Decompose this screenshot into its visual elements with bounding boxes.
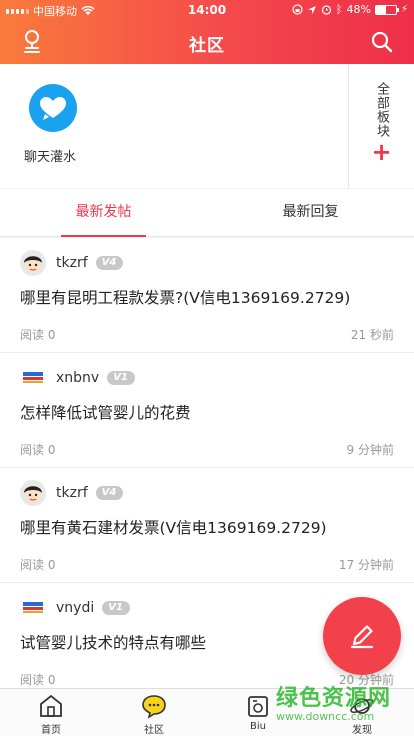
header: 中国移动 14:00 ᛒ 48% ⚡ 社区 (0, 0, 414, 64)
username[interactable]: tkzrf (56, 255, 88, 271)
tab-label: 发现 (352, 725, 372, 736)
status-bar: 中国移动 14:00 ᛒ 48% ⚡ (0, 0, 414, 20)
post-user: xnbnv V1 (20, 365, 135, 391)
active-tab-indicator (61, 235, 146, 237)
battery-percent: 48% (346, 3, 371, 16)
location-icon (307, 5, 316, 14)
tab-community[interactable]: 社区 (124, 693, 184, 736)
charging-icon: ⚡ (400, 4, 408, 15)
bottom-tabbar: 首页 社区 Biu 发现 (0, 688, 414, 736)
tab-latest-replies[interactable]: 最新回复 (207, 189, 414, 236)
level-badge: V1 (107, 371, 135, 385)
level-badge: V1 (102, 601, 130, 615)
username[interactable]: vnydi (56, 600, 94, 616)
all-boards-button[interactable]: 全部板块 + (348, 64, 414, 188)
avatar[interactable] (20, 480, 46, 506)
tab-label: Biu (250, 721, 266, 732)
post-time: 9 分钟前 (346, 443, 394, 457)
post-time: 17 分钟前 (338, 558, 394, 572)
post-time: 21 秒前 (350, 328, 394, 342)
battery-icon (374, 4, 399, 15)
post-title[interactable]: 怎样降低试管婴儿的花费 (20, 401, 191, 423)
read-count: 阅读 0 (20, 673, 56, 687)
navbar: 社区 (0, 20, 414, 64)
board-item-chat[interactable]: 聊天灌水 (22, 84, 84, 165)
read-count: 阅读 0 (20, 558, 56, 572)
heart-icon (29, 84, 77, 132)
list-item[interactable]: xnbnv V1 怎样降低试管婴儿的花费 阅读 0 9 分钟前 (0, 353, 414, 468)
chat-icon (142, 695, 166, 719)
biu-icon (248, 696, 268, 717)
tab-home[interactable]: 首页 (21, 693, 81, 736)
post-title[interactable]: 试管婴儿技术的特点有哪些 (20, 631, 206, 653)
level-badge: V4 (95, 256, 124, 270)
post-user: tkzrf V4 (20, 250, 124, 276)
post-user: vnydi V1 (20, 595, 130, 621)
bluetooth-icon: ᛒ (335, 3, 343, 16)
pencil-icon (350, 625, 374, 649)
read-count: 阅读 0 (20, 443, 56, 457)
post-title[interactable]: 哪里有昆明工程款发票?(V信电1369169.2729) (20, 286, 350, 308)
new-post-button[interactable] (323, 597, 401, 675)
tab-latest-posts[interactable]: 最新发帖 (0, 189, 207, 236)
status-right: ᛒ 48% ⚡ (292, 3, 408, 16)
boards-section: 聊天灌水 全部板块 + (0, 64, 414, 188)
all-boards-label: 全部板块 (374, 82, 389, 138)
tab-discover[interactable]: 发现 (332, 693, 392, 736)
page-title: 社区 (189, 36, 225, 56)
lock-rotation-icon (292, 4, 303, 15)
tab-label: 首页 (41, 725, 61, 736)
home-icon (40, 694, 62, 717)
post-user: tkzrf V4 (20, 480, 124, 506)
username[interactable]: tkzrf (56, 485, 88, 501)
battery-fill (375, 5, 386, 14)
list-item[interactable]: tkzrf V4 哪里有昆明工程款发票?(V信电1369169.2729) 阅读… (0, 238, 414, 353)
avatar[interactable] (20, 365, 46, 391)
planet-icon (350, 698, 374, 714)
list-item[interactable]: tkzrf V4 哪里有黄石建材发票(V信电1369169.2729) 阅读 0… (0, 468, 414, 583)
tab-biu[interactable]: Biu (228, 693, 288, 732)
level-badge: V4 (95, 486, 124, 500)
alarm-icon (321, 5, 332, 15)
tab-label: 社区 (144, 725, 164, 736)
read-count: 阅读 0 (20, 328, 56, 342)
board-label: 聊天灌水 (23, 150, 76, 165)
plus-icon: + (371, 138, 392, 166)
post-tabs: 最新发帖 最新回复 (0, 189, 414, 237)
post-title[interactable]: 哪里有黄石建材发票(V信电1369169.2729) (20, 516, 327, 538)
username[interactable]: xnbnv (56, 370, 99, 386)
avatar[interactable] (20, 250, 46, 276)
avatar[interactable] (20, 595, 46, 621)
search-icon[interactable] (370, 30, 394, 54)
